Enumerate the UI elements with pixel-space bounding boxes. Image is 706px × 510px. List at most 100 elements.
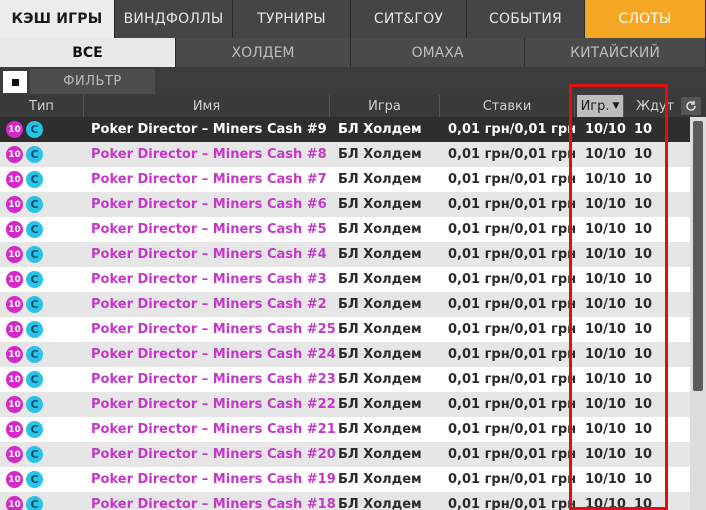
cash-badge-icon: C [26, 121, 43, 138]
game-type: БЛ Холдем [338, 297, 422, 312]
seats-badge-icon: 10 [6, 446, 23, 463]
table-row[interactable]: 10 C Poker Director – Miners Cash #19 БЛ Хо… [0, 467, 690, 492]
table-row[interactable]: 10 C Poker Director – Miners Cash #2 БЛ Хол… [0, 292, 690, 317]
seats-badge-icon: 10 [6, 221, 23, 238]
table-name: Poker Director – Miners Cash #23 [91, 372, 336, 387]
game-type: БЛ Холдем [338, 122, 422, 137]
cash-badge-icon: C [26, 371, 43, 388]
players-value: 10/10 [585, 397, 626, 412]
game-type: БЛ Холдем [338, 397, 422, 412]
table-name: Poker Director – Miners Cash #8 [91, 147, 327, 162]
table-row[interactable]: 10 C Poker Director – Miners Cash #6 БЛ Хол… [0, 192, 690, 217]
filter-bar: ФИЛЬТР [0, 67, 706, 95]
game-type: БЛ Холдем [338, 372, 422, 387]
waiting-value: 10 [634, 472, 653, 487]
waiting-value: 10 [634, 372, 653, 387]
game-type: БЛ Холдем [338, 447, 422, 462]
table-row[interactable]: 10 C Poker Director – Miners Cash #24 БЛ Хо… [0, 342, 690, 367]
cash-badge-icon: C [26, 396, 43, 413]
cash-badge-icon: C [26, 321, 43, 338]
table-name: Poker Director – Miners Cash #24 [91, 347, 336, 362]
column-header-players[interactable]: Игр. ▼ [577, 95, 624, 117]
cash-badge-icon: C [26, 346, 43, 363]
tab-events[interactable]: СОБЫТИЯ [467, 0, 585, 38]
players-value: 10/10 [585, 347, 626, 362]
tab-sit-and-go[interactable]: СИТ&ГОУ [351, 0, 467, 38]
table-row[interactable]: 10 C Poker Director – Miners Cash #23 БЛ Хо… [0, 367, 690, 392]
stakes-value: 0,01 грн/0,01 грн [448, 472, 577, 487]
table-row[interactable]: 10 C Poker Director – Miners Cash #3 БЛ Хол… [0, 267, 690, 292]
cash-badge-icon: C [26, 221, 43, 238]
tab-windfalls[interactable]: ВИНДФОЛЛЫ [115, 0, 233, 38]
seats-badge-icon: 10 [6, 371, 23, 388]
seats-badge-icon: 10 [6, 271, 23, 288]
tab-cash-games[interactable]: КЭШ ИГРЫ [0, 0, 115, 38]
stakes-value: 0,01 грн/0,01 грн [448, 247, 577, 262]
table-row[interactable]: 10 C Poker Director – Miners Cash #20 БЛ Хо… [0, 442, 690, 467]
table-name: Poker Director – Miners Cash #19 [91, 472, 336, 487]
game-type: БЛ Холдем [338, 247, 422, 262]
table-row[interactable]: 10 C Poker Director – Miners Cash #9 БЛ Хол… [0, 117, 690, 142]
table-row[interactable]: 10 C Poker Director – Miners Cash #25 БЛ Хо… [0, 317, 690, 342]
table-row[interactable]: 10 C Poker Director – Miners Cash #21 БЛ Хо… [0, 417, 690, 442]
stakes-value: 0,01 грн/0,01 грн [448, 122, 577, 137]
waiting-value: 10 [634, 247, 653, 262]
table-name: Poker Director – Miners Cash #20 [91, 447, 336, 462]
players-value: 10/10 [585, 172, 626, 187]
filter-checkbox[interactable] [3, 71, 27, 93]
scrollbar-thumb[interactable] [693, 121, 703, 391]
waiting-value: 10 [634, 172, 653, 187]
waiting-value: 10 [634, 322, 653, 337]
column-header-stakes[interactable]: Ставки [440, 95, 575, 117]
table-row[interactable]: 10 C Poker Director – Miners Cash #5 БЛ Хол… [0, 217, 690, 242]
column-header-name[interactable]: Имя [84, 95, 330, 117]
refresh-icon [686, 101, 696, 111]
table-row[interactable]: 10 C Poker Director – Miners Cash #8 БЛ Хол… [0, 142, 690, 167]
table-row[interactable]: 10 C Poker Director – Miners Cash #7 БЛ Хол… [0, 167, 690, 192]
game-type: БЛ Холдем [338, 347, 422, 362]
table-row[interactable]: 10 C Poker Director – Miners Cash #4 БЛ Хол… [0, 242, 690, 267]
filter-button[interactable]: ФИЛЬТР [30, 69, 155, 94]
table-header: Тип Имя Игра Ставки Игр. ▼ Ждут [0, 95, 706, 117]
players-value: 10/10 [585, 272, 626, 287]
vertical-scrollbar[interactable] [690, 117, 706, 510]
column-header-waiting[interactable]: Ждут [626, 95, 678, 117]
waiting-value: 10 [634, 197, 653, 212]
column-header-type[interactable]: Тип [0, 95, 84, 117]
stakes-value: 0,01 грн/0,01 грн [448, 397, 577, 412]
table-name: Poker Director – Miners Cash #6 [91, 197, 327, 212]
subtab-omaha[interactable]: ОМАХА [351, 38, 525, 67]
column-header-players-label: Игр. [580, 98, 610, 114]
players-value: 10/10 [585, 447, 626, 462]
seats-badge-icon: 10 [6, 246, 23, 263]
table-body: 10 C Poker Director – Miners Cash #9 БЛ Хол… [0, 117, 706, 510]
game-type: БЛ Холдем [338, 422, 422, 437]
players-value: 10/10 [585, 497, 626, 510]
subtab-all[interactable]: ВСЕ [0, 38, 176, 67]
players-value: 10/10 [585, 422, 626, 437]
subtab-holdem[interactable]: ХОЛДЕМ [176, 38, 351, 67]
column-header-game[interactable]: Игра [330, 95, 440, 117]
subtab-chinese[interactable]: КИТАЙСКИЙ [525, 38, 706, 67]
players-value: 10/10 [585, 122, 626, 137]
cash-badge-icon: C [26, 446, 43, 463]
players-value: 10/10 [585, 472, 626, 487]
players-value: 10/10 [585, 197, 626, 212]
game-type: БЛ Холдем [338, 222, 422, 237]
cash-badge-icon: C [26, 471, 43, 488]
cash-badge-icon: C [26, 146, 43, 163]
waiting-value: 10 [634, 222, 653, 237]
table-row[interactable]: 10 C Poker Director – Miners Cash #18 БЛ Хо… [0, 492, 690, 510]
seats-badge-icon: 10 [6, 121, 23, 138]
game-type: БЛ Холдем [338, 197, 422, 212]
table-name: Poker Director – Miners Cash #5 [91, 222, 327, 237]
table-row[interactable]: 10 C Poker Director – Miners Cash #22 БЛ Хо… [0, 392, 690, 417]
sub-tab-bar: ВСЕ ХОЛДЕМ ОМАХА КИТАЙСКИЙ [0, 38, 706, 67]
tab-slots[interactable]: СЛОТЫ [585, 0, 706, 38]
stakes-value: 0,01 грн/0,01 грн [448, 422, 577, 437]
tab-tournaments[interactable]: ТУРНИРЫ [233, 0, 351, 38]
refresh-button[interactable] [681, 97, 701, 115]
waiting-value: 10 [634, 297, 653, 312]
cash-badge-icon: C [26, 271, 43, 288]
waiting-value: 10 [634, 422, 653, 437]
